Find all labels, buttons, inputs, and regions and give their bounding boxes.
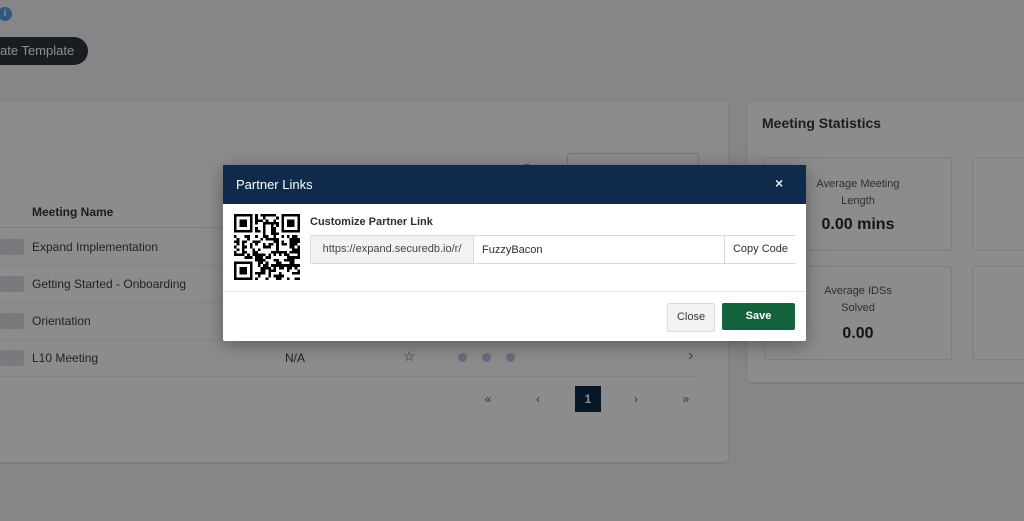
partner-links-modal: Partner Links × Customize Partner Link h…	[223, 165, 806, 341]
close-icon[interactable]: ×	[775, 175, 783, 191]
modal-header: Partner Links ×	[223, 165, 806, 204]
link-prefix: https://expand.securedb.io/r/	[311, 236, 474, 263]
customize-link-label: Customize Partner Link	[310, 216, 433, 228]
modal-title: Partner Links	[236, 177, 313, 192]
partner-link-input[interactable]	[474, 236, 724, 263]
modal-divider	[223, 291, 806, 292]
save-button[interactable]: Save	[722, 303, 795, 330]
partner-link-group: https://expand.securedb.io/r/ Copy Code	[310, 235, 796, 264]
close-button[interactable]: Close	[667, 303, 715, 332]
copy-code-button[interactable]: Copy Code	[724, 236, 796, 263]
qr-code-icon	[234, 214, 300, 280]
